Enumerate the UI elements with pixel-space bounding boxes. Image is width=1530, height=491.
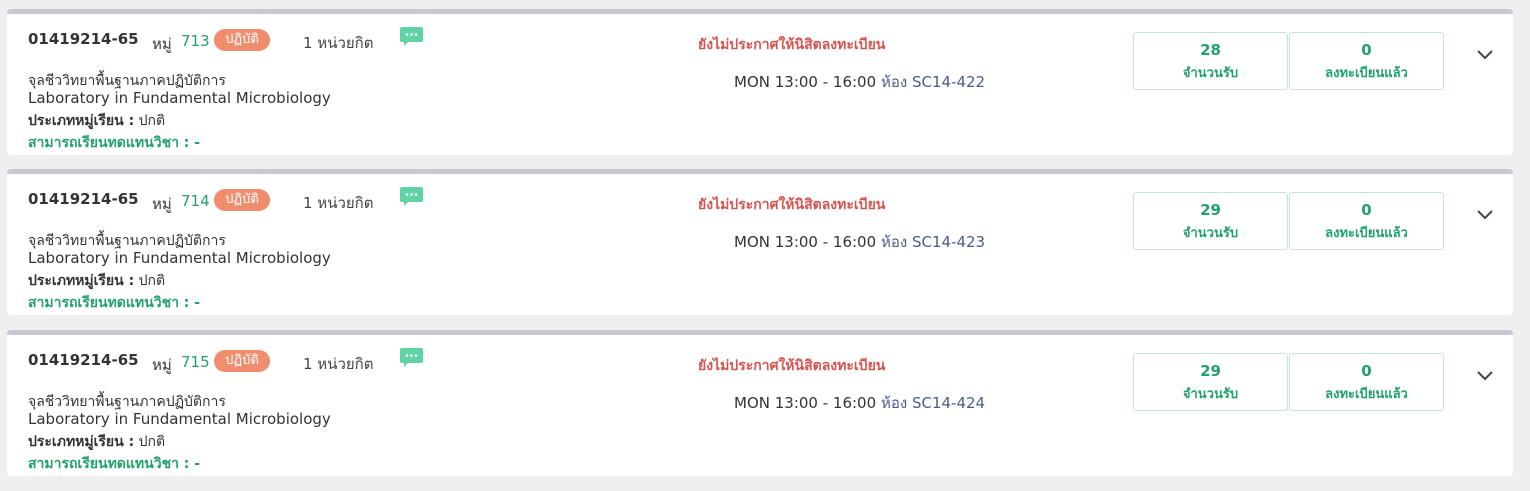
section-number: 714 xyxy=(181,192,210,210)
section-type-badge: ปฏิบัติ xyxy=(214,189,270,211)
capacity-box: 29 จำนวนรับ xyxy=(1133,192,1288,250)
section-card: 01419214-65 หมู่ 713 ปฏิบัติ 1 หน่วยกิต … xyxy=(7,9,1513,155)
course-name-en: Laboratory in Fundamental Microbiology xyxy=(28,410,331,428)
capacity-label: จำนวนรับ xyxy=(1182,66,1239,81)
course-code: 01419214-65 xyxy=(28,351,139,369)
section-type-badge: ปฏิบัติ xyxy=(214,350,270,372)
group-type-label: ประเภทหมู่เรียน : xyxy=(28,273,135,289)
capacity-value: 29 xyxy=(1200,362,1221,380)
group-type: ประเภทหมู่เรียน : ปกติ xyxy=(28,431,165,453)
room-label: ห้อง xyxy=(880,73,908,91)
room-label: ห้อง xyxy=(880,394,908,412)
schedule-time: MON 13:00 - 16:00 xyxy=(734,394,877,412)
schedule: MON 13:00 - 16:00 ห้อง SC14-422 xyxy=(734,70,985,94)
schedule: MON 13:00 - 16:00 ห้อง SC14-423 xyxy=(734,230,985,254)
registered-box: 0 ลงทะเบียนแล้ว xyxy=(1289,192,1444,250)
group-type-label: ประเภทหมู่เรียน : xyxy=(28,434,135,450)
registration-status: ยังไม่ประกาศให้นิสิตลงทะเบียน xyxy=(698,358,886,374)
registered-value: 0 xyxy=(1361,41,1372,59)
capacity-value: 28 xyxy=(1200,41,1221,59)
substitute-info: สามารถเรียนทดแทนวิชา : - xyxy=(28,295,201,311)
chat-bubble-icon[interactable] xyxy=(400,187,423,206)
group-type-value: ปกติ xyxy=(138,273,166,289)
chat-bubble-icon[interactable] xyxy=(400,27,423,46)
course-code: 01419214-65 xyxy=(28,30,139,48)
schedule-time: MON 13:00 - 16:00 xyxy=(734,73,877,91)
substitute-info: สามารถเรียนทดแทนวิชา : - xyxy=(28,135,201,151)
registration-status: ยังไม่ประกาศให้นิสิตลงทะเบียน xyxy=(698,37,886,53)
room-label: ห้อง xyxy=(880,233,908,251)
chevron-down-icon[interactable] xyxy=(1475,368,1495,382)
schedule-time: MON 13:00 - 16:00 xyxy=(734,233,877,251)
chevron-down-icon[interactable] xyxy=(1475,207,1495,221)
section-type-badge: ปฏิบัติ xyxy=(214,29,270,51)
section-card: 01419214-65 หมู่ 715 ปฏิบัติ 1 หน่วยกิต … xyxy=(7,330,1513,476)
room: SC14-424 xyxy=(911,394,986,412)
registered-label: ลงทะเบียนแล้ว xyxy=(1325,226,1408,241)
section-label: หมู่ xyxy=(152,195,172,213)
course-code: 01419214-65 xyxy=(28,190,139,208)
substitute-info: สามารถเรียนทดแทนวิชา : - xyxy=(28,456,201,472)
section-number: 715 xyxy=(181,353,210,371)
group-type-value: ปกติ xyxy=(138,113,166,129)
capacity-label: จำนวนรับ xyxy=(1182,387,1239,402)
capacity-value: 29 xyxy=(1200,201,1221,219)
section-number: 713 xyxy=(181,32,210,50)
registered-box: 0 ลงทะเบียนแล้ว xyxy=(1289,353,1444,411)
section-card: 01419214-65 หมู่ 714 ปฏิบัติ 1 หน่วยกิต … xyxy=(7,169,1513,315)
course-name-en: Laboratory in Fundamental Microbiology xyxy=(28,249,331,267)
capacity-label: จำนวนรับ xyxy=(1182,226,1239,241)
capacity-box: 28 จำนวนรับ xyxy=(1133,32,1288,90)
chat-bubble-icon[interactable] xyxy=(400,348,423,367)
registered-value: 0 xyxy=(1361,201,1372,219)
chevron-down-icon[interactable] xyxy=(1475,47,1495,61)
room: SC14-422 xyxy=(911,73,986,91)
group-type-value: ปกติ xyxy=(138,434,166,450)
registered-value: 0 xyxy=(1361,362,1372,380)
group-type-label: ประเภทหมู่เรียน : xyxy=(28,113,135,129)
credits: 1 หน่วยกิต xyxy=(303,355,374,373)
registration-status: ยังไม่ประกาศให้นิสิตลงทะเบียน xyxy=(698,197,886,213)
section-label: หมู่ xyxy=(152,35,172,53)
course-name-en: Laboratory in Fundamental Microbiology xyxy=(28,89,331,107)
room: SC14-423 xyxy=(911,233,986,251)
group-type: ประเภทหมู่เรียน : ปกติ xyxy=(28,110,165,132)
credits: 1 หน่วยกิต xyxy=(303,194,374,212)
group-type: ประเภทหมู่เรียน : ปกติ xyxy=(28,270,165,292)
registered-label: ลงทะเบียนแล้ว xyxy=(1325,66,1408,81)
schedule: MON 13:00 - 16:00 ห้อง SC14-424 xyxy=(734,391,985,415)
registered-label: ลงทะเบียนแล้ว xyxy=(1325,387,1408,402)
registered-box: 0 ลงทะเบียนแล้ว xyxy=(1289,32,1444,90)
section-label: หมู่ xyxy=(152,356,172,374)
credits: 1 หน่วยกิต xyxy=(303,34,374,52)
capacity-box: 29 จำนวนรับ xyxy=(1133,353,1288,411)
